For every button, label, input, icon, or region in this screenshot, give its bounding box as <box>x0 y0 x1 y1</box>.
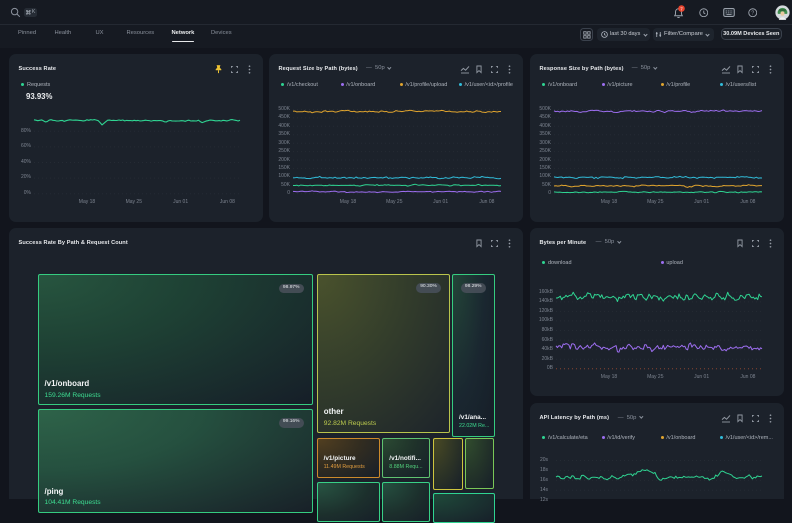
svg-text:?: ? <box>751 10 754 16</box>
svg-text:7: 7 <box>680 6 683 11</box>
